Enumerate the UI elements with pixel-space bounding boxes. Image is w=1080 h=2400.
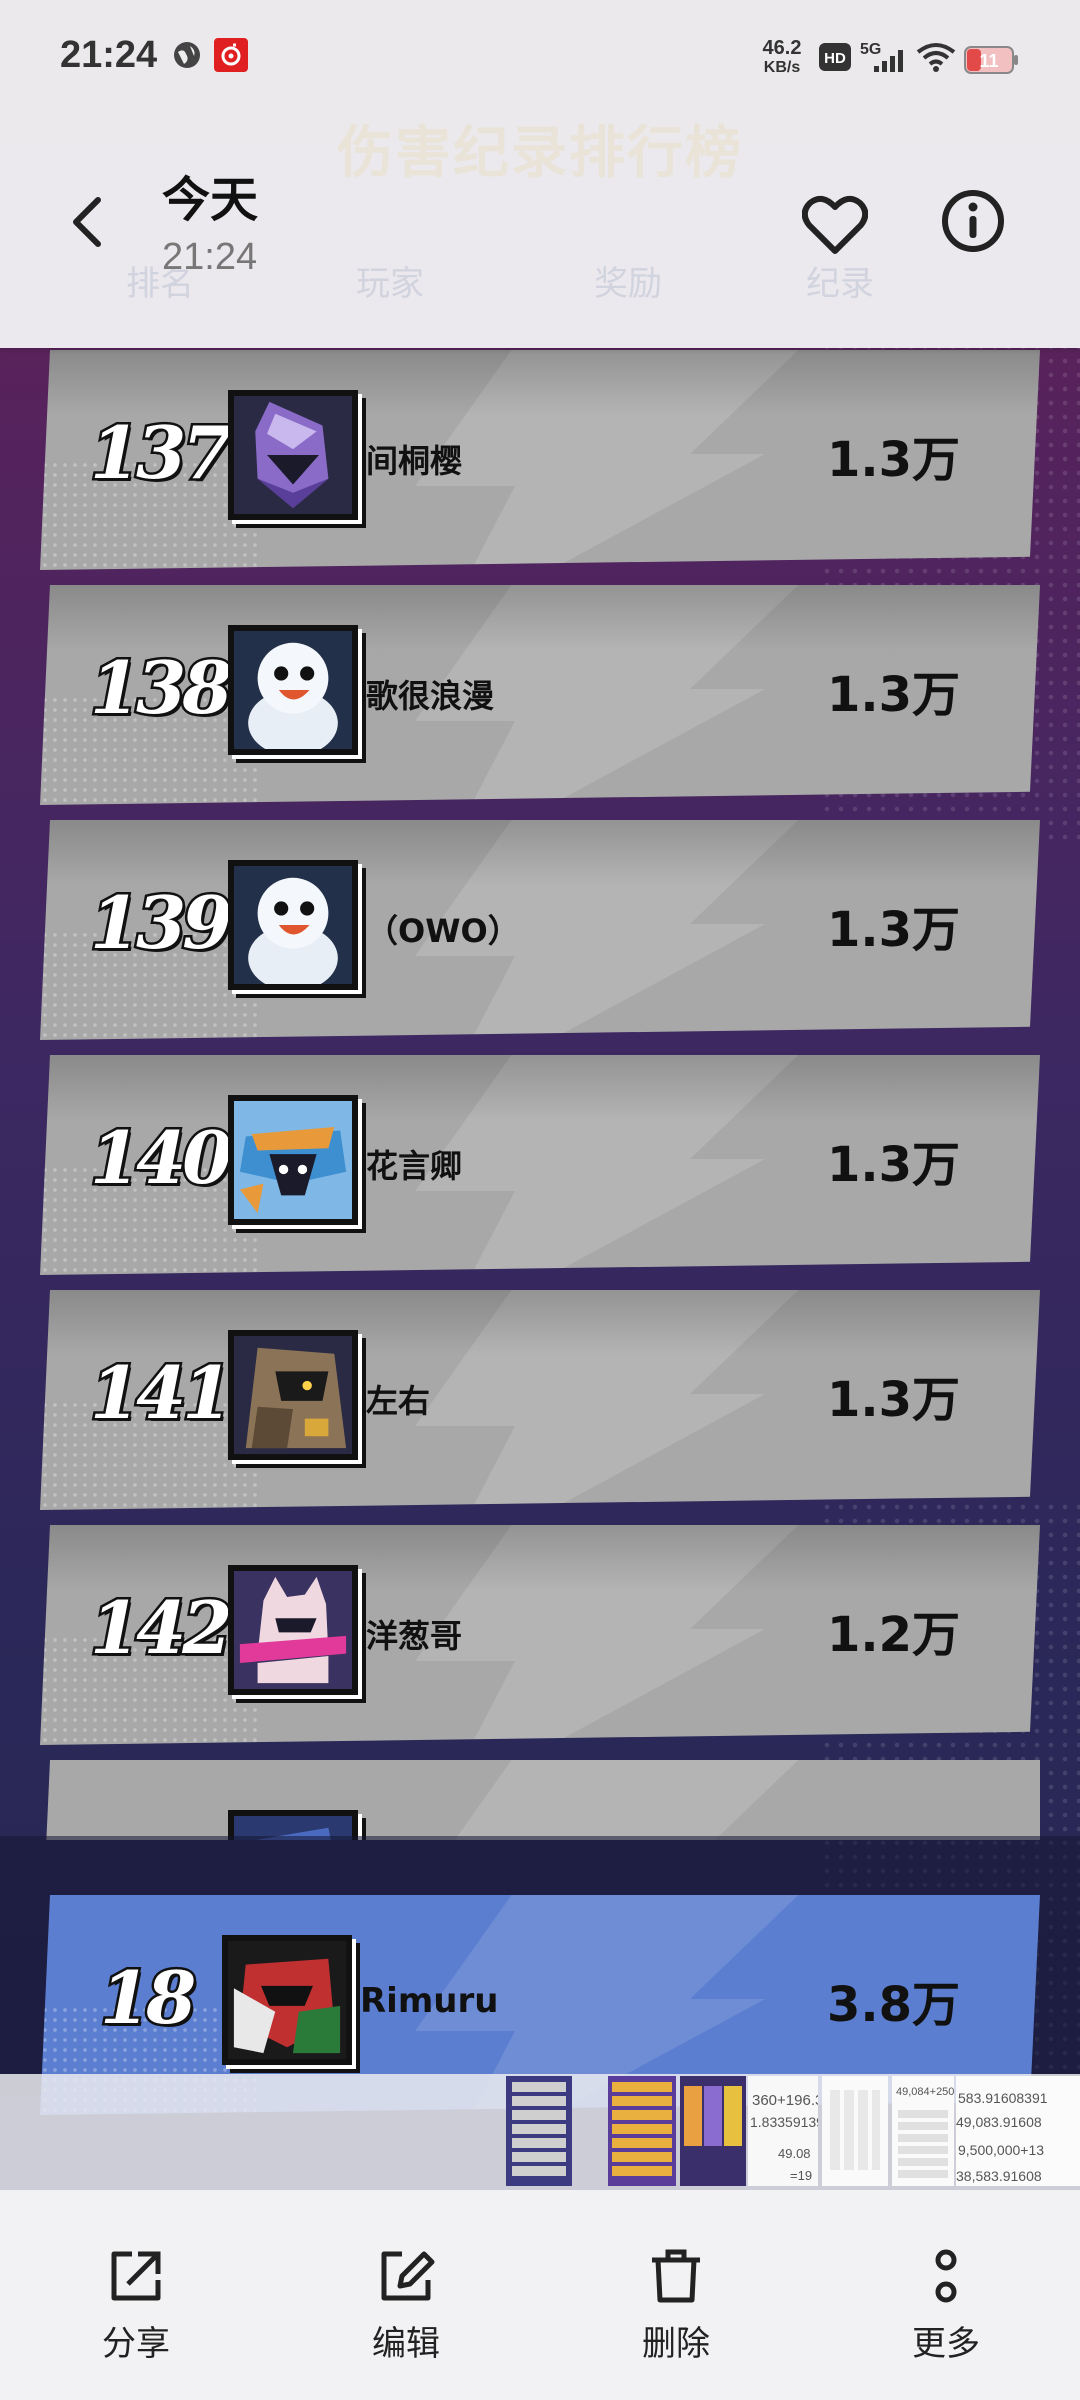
damage-score: 1.3万: [826, 432, 960, 488]
player-name: （OWO）: [366, 912, 520, 950]
player-name: Rimuru: [360, 1981, 499, 2021]
edit-icon: [381, 2251, 435, 2301]
thumbnail[interactable]: 360+196.3 1.83359139 49.08 =19: [748, 2076, 818, 2186]
hooded-warrior-avatar: [228, 1330, 358, 1460]
player-name: 左右: [366, 1382, 431, 1420]
leaderboard-row-partial: [40, 1760, 1040, 1840]
player-name: 洋葱哥: [366, 1617, 463, 1655]
purple-knight-avatar: [228, 390, 358, 520]
page-subtitle: 21:24: [162, 236, 258, 278]
leaderboard-row: 137 间桐樱 1.3万: [40, 350, 1040, 570]
column-player: 玩家: [356, 264, 424, 304]
svg-text:11: 11: [979, 51, 998, 71]
thumbnail-strip: 360+196.3 1.83359139 49.08 =19 49,084+25…: [0, 2074, 1080, 2190]
more-icon: [935, 2249, 957, 2303]
wifi-icon: [916, 42, 956, 76]
net-speed: 46.2 KB/s: [762, 37, 802, 76]
damage-score: 1.3万: [826, 1137, 960, 1193]
thumbnail[interactable]: [680, 2076, 746, 2186]
player-name: 间桐樱: [366, 442, 463, 480]
red-masked-avatar: [222, 1935, 352, 2065]
column-reward: 奖励: [594, 264, 662, 304]
back-arrow-icon: [73, 197, 101, 247]
svg-text:HD: HD: [824, 50, 846, 67]
leaderboard-row: 142 洋葱哥 1.2万: [40, 1525, 1040, 1745]
heart-icon: [802, 195, 868, 254]
snowman-avatar: [228, 860, 358, 990]
delete-button[interactable]: 删除: [606, 2246, 746, 2365]
share-icon: [111, 2251, 161, 2301]
game-screenshot: 137 间桐樱 1.3万 138 歌很浪漫 1.3万 139 （OWO） 1.3…: [0, 0, 1080, 2400]
more-button[interactable]: 更多: [876, 2246, 1016, 2365]
leaderboard-row: 140 花言卿 1.3万: [40, 1055, 1040, 1275]
viewer-header: 伤害纪录排行榜 排名 玩家 奖励 纪录 21:24 46.2 KB/s HD 5…: [0, 0, 1080, 348]
hd-icon: HD: [818, 42, 852, 76]
back-button[interactable]: [56, 180, 120, 264]
damage-score: 1.2万: [826, 1607, 960, 1663]
leaderboard-row: 138 歌很浪漫 1.3万: [40, 585, 1040, 805]
player-name: 花言卿: [366, 1147, 463, 1185]
thumbnail[interactable]: [822, 2076, 888, 2186]
damage-score: 1.3万: [826, 902, 960, 958]
signal-5g-icon: 5G: [860, 40, 906, 78]
netease-music-icon: [214, 38, 248, 76]
battery-icon: 11: [964, 46, 1020, 78]
thumbnail[interactable]: [506, 2076, 572, 2186]
damage-score: 3.8万: [826, 1977, 960, 2033]
share-button[interactable]: 分享: [66, 2246, 206, 2365]
leaderboard-row: 139 （OWO） 1.3万: [40, 820, 1040, 1040]
damage-score: 1.3万: [826, 1372, 960, 1428]
trash-icon: [652, 2249, 700, 2303]
globe-icon: [172, 40, 202, 74]
leaderboard-row: 141 左右 1.3万: [40, 1290, 1040, 1510]
info-button[interactable]: [928, 176, 1018, 266]
svg-text:5G: 5G: [860, 41, 881, 58]
player-name: 歌很浪漫: [366, 677, 495, 715]
thumbnail[interactable]: 49,084+250: [892, 2076, 954, 2186]
thumbnail[interactable]: 583.91608391 49,083.91608 9,500,000+13 3…: [956, 2076, 1080, 2186]
edit-button[interactable]: 编辑: [336, 2246, 476, 2365]
thumbnail[interactable]: [608, 2076, 676, 2186]
pink-cat-avatar: [228, 1565, 358, 1695]
bottom-toolbar: 分享 编辑 删除 更多: [0, 2190, 1080, 2400]
snowman-avatar: [228, 625, 358, 755]
info-icon: [942, 190, 1004, 252]
favorite-button[interactable]: [790, 180, 880, 270]
blue-frog-avatar: [228, 1095, 358, 1225]
page-title: 今天: [162, 172, 259, 228]
damage-score: 1.3万: [826, 667, 960, 723]
status-time: 21:24: [60, 34, 158, 76]
